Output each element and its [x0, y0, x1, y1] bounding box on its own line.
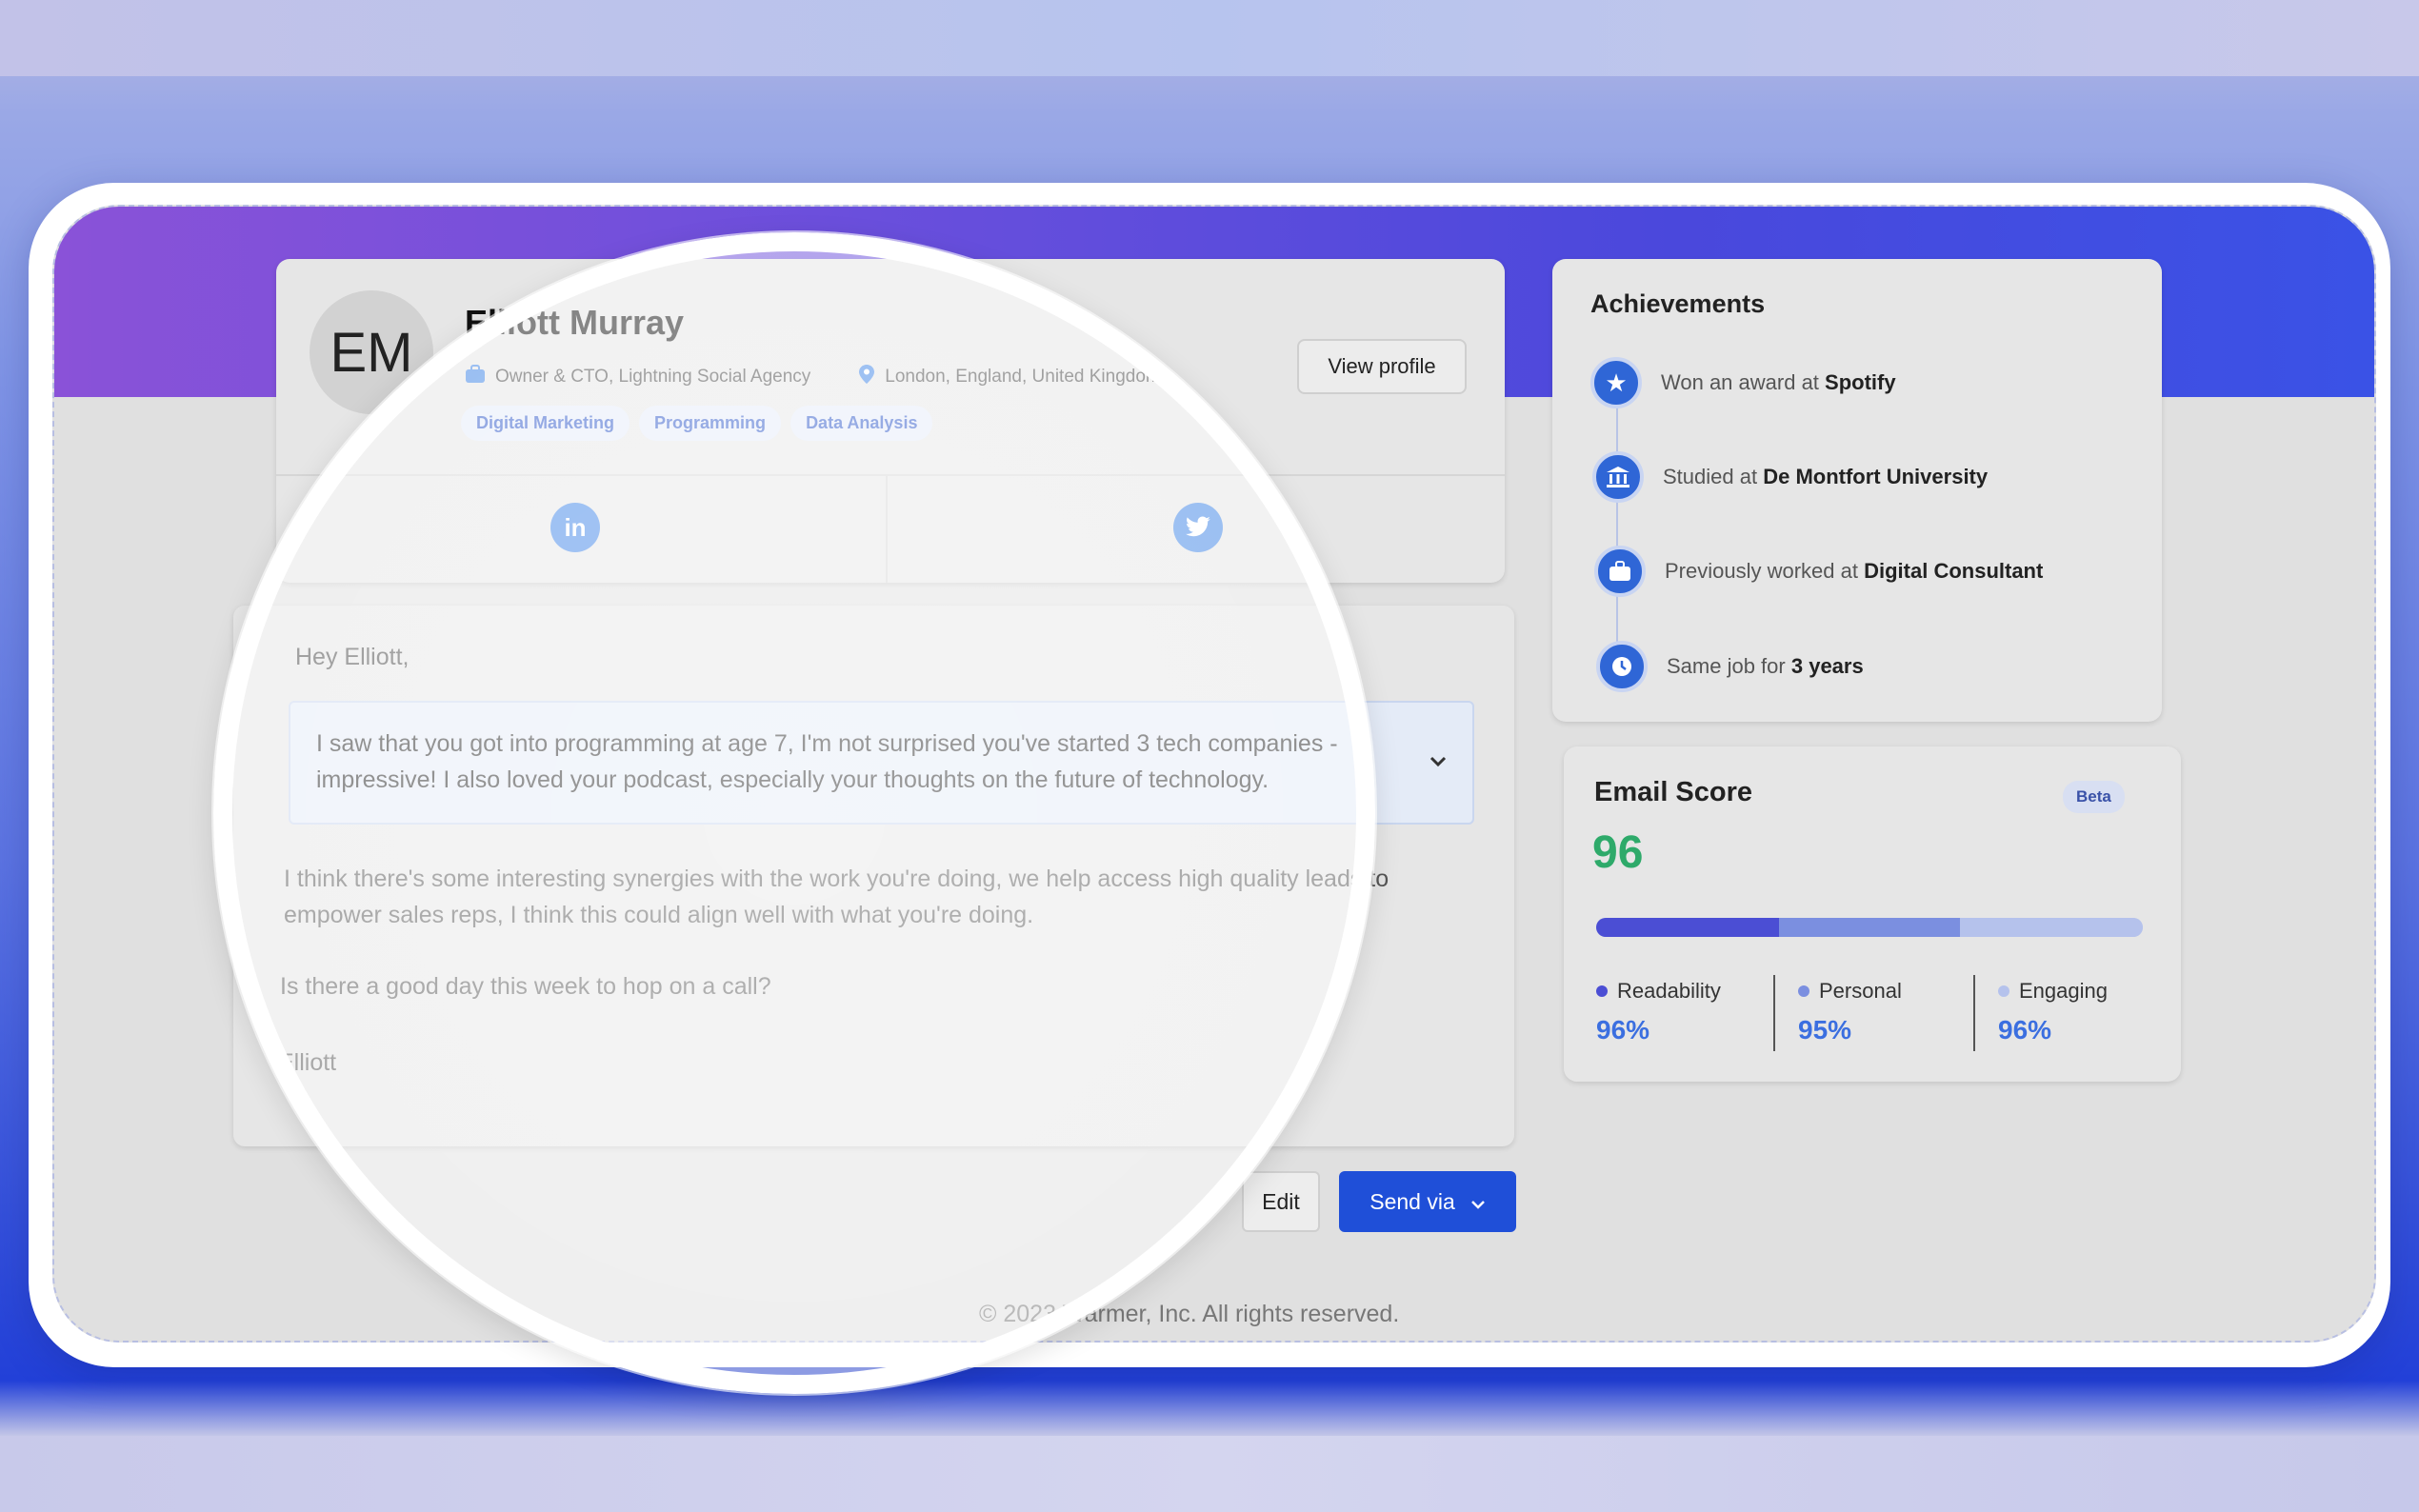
social-divider	[886, 474, 888, 583]
email-signoff: Elliott	[278, 1049, 337, 1076]
location-pin-icon	[858, 364, 875, 390]
achievement-item: Same job for 3 years	[1596, 641, 1864, 692]
tag-data-analysis[interactable]: Data Analysis	[790, 406, 933, 441]
email-body-paragraph: I think there's some interesting synergi…	[284, 865, 1389, 928]
email-question: Is there a good day this week to hop on …	[280, 973, 771, 1000]
profile-meta: Owner & CTO, Lightning Social Agency Lon…	[465, 364, 1161, 390]
tag-digital-marketing[interactable]: Digital Marketing	[461, 406, 630, 441]
footer-copyright: © 2023 Warmer, Inc. All rights reserved.	[979, 1301, 1400, 1327]
clock-icon	[1596, 641, 1648, 692]
edit-button[interactable]: Edit	[1242, 1171, 1320, 1232]
linkedin-icon[interactable]: in	[550, 503, 600, 552]
metric-dot	[1998, 985, 2009, 997]
achievement-item: Previously worked at Digital Consultant	[1594, 546, 2043, 597]
beta-badge: Beta	[2063, 781, 2125, 813]
chevron-down-icon[interactable]	[1419, 743, 1457, 781]
score-segment-personal	[1779, 918, 1960, 937]
metric-dot	[1798, 985, 1809, 997]
view-profile-button[interactable]: View profile	[1297, 339, 1467, 394]
briefcase-icon	[1594, 546, 1646, 597]
email-score-value: 96	[1592, 827, 1644, 878]
email-score-title: Email Score	[1594, 777, 1753, 807]
avatar: EM	[310, 290, 433, 414]
score-segment-readability	[1596, 918, 1779, 937]
send-via-label: Send via	[1369, 1188, 1455, 1214]
email-greeting: Hey Elliott,	[295, 644, 410, 670]
score-progress-bar	[1596, 918, 2143, 937]
twitter-icon[interactable]	[1173, 503, 1223, 552]
bottom-band	[0, 1436, 2419, 1512]
metric-divider	[1973, 975, 1975, 1051]
briefcase-icon	[465, 365, 486, 389]
profile-name: Elliott Murray	[465, 303, 685, 342]
social-row	[276, 474, 1505, 583]
top-band	[0, 0, 2419, 76]
metric-engaging: Engaging 96%	[1998, 979, 2108, 1044]
metric-personal: Personal 95%	[1798, 979, 1902, 1044]
metric-readability: Readability 96%	[1596, 979, 1721, 1044]
achievement-item: ★ Won an award at Spotify	[1590, 357, 1896, 408]
metric-dot	[1596, 985, 1608, 997]
star-icon: ★	[1590, 357, 1642, 408]
metric-divider	[1773, 975, 1775, 1051]
personalised-snippet-text: I saw that you got into programming at a…	[316, 730, 1338, 793]
achievement-item: Studied at De Montfort University	[1592, 451, 1988, 503]
profile-role: Owner & CTO, Lightning Social Agency	[495, 367, 811, 387]
profile-tags: Digital Marketing Programming Data Analy…	[461, 406, 933, 441]
send-via-button[interactable]: Send via	[1339, 1171, 1516, 1232]
chevron-down-icon	[1470, 1189, 1486, 1215]
university-icon	[1592, 451, 1644, 503]
tag-programming[interactable]: Programming	[639, 406, 782, 441]
achievements-title: Achievements	[1590, 289, 1766, 318]
achievements-timeline	[1616, 400, 1618, 666]
score-segment-engaging	[1960, 918, 2143, 937]
profile-location: London, England, United Kingdom	[885, 367, 1161, 387]
